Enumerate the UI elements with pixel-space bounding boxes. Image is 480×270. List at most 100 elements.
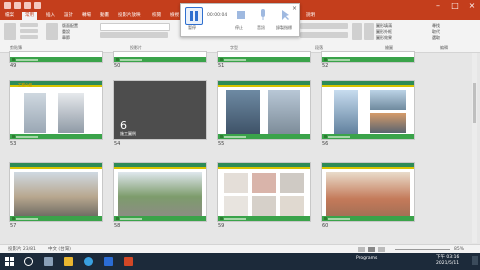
interior-photo bbox=[326, 172, 410, 217]
pointer-icon bbox=[282, 10, 289, 20]
section-button[interactable]: 章節 bbox=[62, 35, 70, 41]
slide-number: 60 bbox=[322, 223, 329, 229]
reading-view-icon[interactable] bbox=[378, 247, 385, 252]
slide-thumbnail[interactable] bbox=[321, 162, 415, 222]
stop-label: 停止 bbox=[235, 25, 243, 30]
close-icon[interactable]: × bbox=[292, 5, 297, 12]
format-painter-button[interactable] bbox=[20, 35, 38, 39]
tab-slideshow[interactable]: 投影片放映 bbox=[118, 12, 141, 20]
interior-photo bbox=[280, 196, 304, 216]
font-name-box[interactable] bbox=[100, 23, 170, 31]
scrollbar-thumb[interactable] bbox=[473, 83, 476, 123]
slide-sorter-icon[interactable] bbox=[368, 247, 375, 252]
tab-design[interactable]: 設計 bbox=[64, 12, 73, 20]
slide-number: 51 bbox=[218, 63, 225, 69]
paste-icon[interactable] bbox=[4, 23, 16, 40]
building-photo bbox=[58, 93, 84, 133]
interior-photo bbox=[224, 196, 248, 216]
taskbar: Programs 下午 03:16 2021/5/11 bbox=[0, 253, 480, 270]
slide-number: 55 bbox=[218, 141, 225, 147]
save-icon[interactable] bbox=[14, 2, 21, 9]
tray-programs-label[interactable]: Programs bbox=[356, 256, 377, 261]
interior-photo bbox=[252, 173, 276, 193]
slide-thumbnail[interactable] bbox=[321, 80, 415, 140]
autosave-icon[interactable] bbox=[4, 2, 11, 9]
section-title: 施工圖例 bbox=[120, 131, 136, 136]
tab-file[interactable]: 檔案 bbox=[5, 12, 14, 20]
building-photo bbox=[370, 113, 406, 133]
powerpoint-icon[interactable] bbox=[124, 257, 133, 266]
font-format-buttons[interactable] bbox=[100, 32, 168, 38]
redo-icon[interactable] bbox=[34, 2, 41, 9]
pause-label: 暫停 bbox=[188, 25, 196, 30]
new-slide-icon[interactable] bbox=[46, 23, 58, 40]
slide-number: 56 bbox=[322, 141, 329, 147]
slide-number: 58 bbox=[114, 223, 121, 229]
tab-home[interactable]: 常用 bbox=[22, 12, 37, 20]
group-drawing-label: 繪圖 bbox=[385, 45, 393, 50]
clock-date[interactable]: 2021/5/11 bbox=[436, 261, 459, 266]
vertical-scrollbar[interactable] bbox=[472, 53, 477, 243]
recording-timer: 00:00:04 bbox=[207, 13, 228, 18]
slide-thumbnail[interactable] bbox=[217, 162, 311, 222]
pointer-button[interactable] bbox=[277, 7, 293, 23]
building-photo bbox=[226, 90, 260, 135]
slide-thumbnail[interactable] bbox=[9, 162, 103, 222]
slide-number: 52 bbox=[322, 63, 329, 69]
slide-header-title: 工程介紹 bbox=[18, 83, 32, 87]
tab-view[interactable]: 檢視 bbox=[170, 12, 179, 20]
group-paragraph-label: 段落 bbox=[315, 45, 323, 50]
slide-thumbnail[interactable] bbox=[113, 162, 207, 222]
pause-button[interactable] bbox=[185, 7, 203, 25]
alignment-buttons[interactable] bbox=[300, 32, 348, 38]
slide-number: 49 bbox=[10, 63, 17, 69]
notification-icon[interactable] bbox=[472, 256, 478, 265]
group-slides-label: 投影片 bbox=[130, 45, 142, 50]
search-icon[interactable] bbox=[24, 257, 33, 266]
arrange-icon[interactable] bbox=[364, 23, 374, 40]
slide-thumbnail[interactable] bbox=[217, 80, 311, 140]
group-font-label: 字型 bbox=[230, 45, 238, 50]
slide-thumbnail[interactable]: 6 施工圖例 bbox=[113, 80, 207, 140]
slide-number: 50 bbox=[114, 63, 121, 69]
building-photo bbox=[24, 93, 46, 133]
tab-help[interactable]: 說明 bbox=[306, 12, 315, 20]
edge-icon[interactable] bbox=[104, 257, 113, 266]
undo-icon[interactable] bbox=[24, 2, 31, 9]
slide-thumbnail[interactable] bbox=[113, 51, 207, 63]
slide-number: 54 bbox=[114, 141, 121, 147]
minimize-button[interactable]: – bbox=[432, 1, 444, 11]
copy-button[interactable] bbox=[20, 29, 38, 33]
tab-animations[interactable]: 動畫 bbox=[100, 12, 109, 20]
building-photo bbox=[334, 90, 358, 135]
task-view-icon[interactable] bbox=[44, 257, 53, 266]
cut-button[interactable] bbox=[20, 23, 38, 27]
shape-effects-button[interactable]: 圖形效果 bbox=[376, 35, 392, 41]
audio-button[interactable] bbox=[255, 7, 271, 23]
slide-thumbnail[interactable] bbox=[9, 51, 103, 63]
slide-thumbnail[interactable] bbox=[217, 51, 311, 63]
stop-button[interactable] bbox=[233, 7, 249, 23]
tab-insert[interactable]: 插入 bbox=[46, 12, 55, 20]
interior-photo bbox=[224, 173, 248, 193]
tab-review[interactable]: 校閱 bbox=[152, 12, 161, 20]
stop-icon bbox=[237, 11, 245, 19]
zoom-slider[interactable] bbox=[395, 249, 450, 250]
building-photo bbox=[370, 90, 406, 110]
normal-view-icon[interactable] bbox=[358, 247, 365, 252]
windows-start-icon[interactable] bbox=[5, 257, 14, 266]
maximize-button[interactable]: □ bbox=[449, 1, 461, 11]
chrome-icon[interactable] bbox=[84, 257, 93, 266]
clock-time[interactable]: 下午 03:16 bbox=[436, 254, 459, 260]
close-button[interactable]: × bbox=[466, 1, 478, 11]
pause-icon bbox=[190, 11, 198, 21]
slide-thumbnail[interactable] bbox=[321, 51, 415, 63]
tab-transitions[interactable]: 轉場 bbox=[82, 12, 91, 20]
file-explorer-icon[interactable] bbox=[64, 257, 73, 266]
pointer-label: 錄製指標 bbox=[276, 25, 292, 30]
shapes-gallery[interactable] bbox=[352, 23, 362, 40]
interior-photo bbox=[252, 196, 276, 216]
select-button[interactable]: 選取 bbox=[432, 35, 440, 41]
paragraph-buttons[interactable] bbox=[300, 23, 348, 29]
slide-thumbnail[interactable]: 工程介紹 bbox=[9, 80, 103, 140]
